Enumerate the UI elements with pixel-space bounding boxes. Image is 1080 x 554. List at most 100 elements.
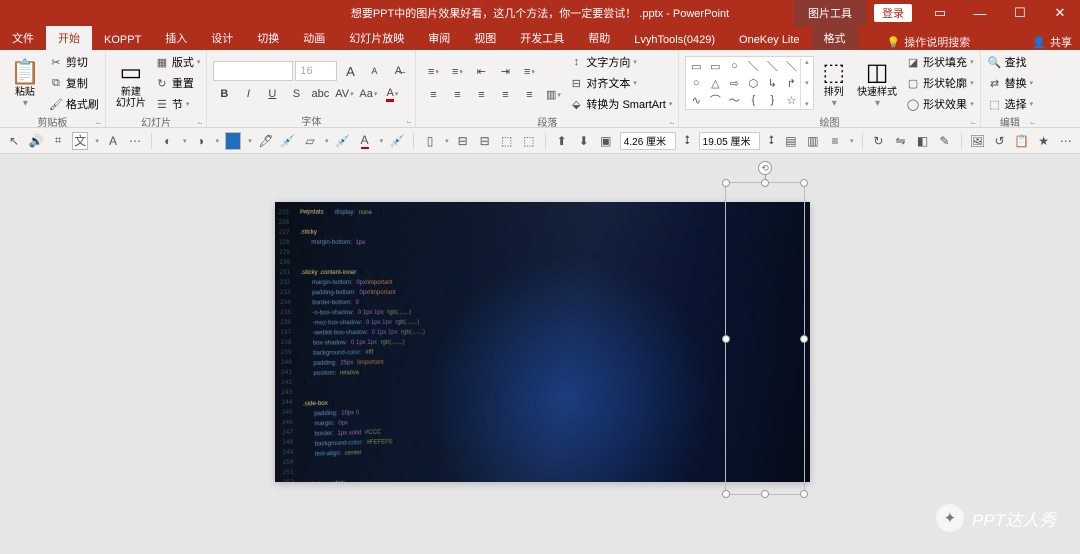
qat-picture-icon[interactable]: 🖼 [970, 132, 986, 150]
qat-ungroup-icon[interactable]: ⬚ [521, 132, 537, 150]
tab-insert[interactable]: 插入 [153, 26, 199, 50]
qat-flip-icon[interactable]: ⇋ [892, 132, 908, 150]
resize-handle[interactable] [722, 179, 730, 187]
bold-button[interactable]: B [213, 84, 235, 104]
ribbon-collapse-icon[interactable]: ▭ [920, 0, 960, 26]
tab-transitions[interactable]: 切换 [245, 26, 291, 50]
bullets-button[interactable]: ≡▾ [422, 62, 444, 82]
qat-unknown-icon[interactable]: ⋯ [127, 132, 143, 150]
font-size-combo[interactable]: 16 [295, 61, 337, 81]
qat-distribute-h-icon[interactable]: ⊟ [455, 132, 471, 150]
qat-eyedrop-font-icon[interactable]: 💉 [389, 132, 405, 150]
tab-lvyhtools[interactable]: LvyhTools(0429) [622, 30, 727, 50]
tab-onekeylite[interactable]: OneKey Lite [727, 30, 812, 50]
format-painter-button[interactable]: 🖌格式刷 [48, 94, 99, 114]
resize-handle[interactable] [722, 335, 730, 343]
selected-placeholder[interactable]: ⟲ [725, 182, 805, 495]
tab-slideshow[interactable]: 幻灯片放映 [337, 26, 416, 50]
resize-handle[interactable] [722, 490, 730, 498]
qat-edit-shape-icon[interactable]: ✎ [937, 132, 953, 150]
tab-design[interactable]: 设计 [199, 26, 245, 50]
qat-eyedropper-icon[interactable]: 💉 [280, 132, 296, 150]
arrange-button[interactable]: ⬚排列▾ [818, 55, 849, 111]
tab-devtools[interactable]: 开发工具 [508, 26, 576, 50]
align-text-button[interactable]: ⊟对齐文本▾ [568, 73, 672, 93]
qat-more-icon[interactable]: ⋯ [1058, 132, 1074, 150]
new-slide-button[interactable]: ▭ 新建 幻灯片 [112, 55, 150, 111]
strike-button[interactable]: S [285, 84, 307, 104]
tab-animations[interactable]: 动画 [291, 26, 337, 50]
qat-cursor-icon[interactable]: ↖ [6, 132, 22, 150]
qat-eyedrop-fill-icon[interactable]: 🖊 [258, 132, 274, 150]
maximize-icon[interactable]: ☐ [1000, 0, 1040, 26]
qat-bring-forward-icon[interactable]: ⬆ [554, 132, 570, 150]
qat-snap-icon[interactable]: ⌗ [50, 132, 66, 150]
qat-merge-icon[interactable]: ◑ [192, 132, 208, 150]
qat-align-objects-icon[interactable]: ≡ [827, 132, 843, 150]
distribute-button[interactable]: ≡ [518, 85, 540, 105]
grow-font-button[interactable]: A [339, 61, 361, 81]
shapes-gallery[interactable]: ▭▭○＼＼＼ ○△⇨⬡↳↱ ∿⌒〜{}☆ ▴▾▾ [685, 56, 814, 110]
font-color-button[interactable]: A▾ [381, 84, 403, 104]
login-button[interactable]: 登录 [874, 4, 912, 22]
align-right-button[interactable]: ≡ [470, 85, 492, 105]
tab-koppt[interactable]: KOPPT [92, 30, 153, 50]
qat-more1-icon[interactable]: ▥ [805, 132, 821, 150]
height-input[interactable]: 4.26 厘米 [620, 132, 676, 150]
tab-view[interactable]: 视图 [462, 26, 508, 50]
qat-textbox-icon[interactable]: 文 [72, 132, 88, 150]
underline-button[interactable]: U [261, 84, 283, 104]
section-button[interactable]: ☰节▾ [154, 94, 201, 114]
qat-send-backward-icon[interactable]: ⬇ [576, 132, 592, 150]
tab-help[interactable]: 帮助 [576, 26, 622, 50]
align-left-button[interactable]: ≡ [422, 85, 444, 105]
resize-handle[interactable] [800, 335, 808, 343]
columns-button[interactable]: ▥▾ [542, 85, 564, 105]
paste-button[interactable]: 📋 粘贴 ▾ [6, 55, 44, 111]
tab-file[interactable]: 文件 [0, 26, 46, 50]
find-button[interactable]: 🔍查找 [987, 52, 1034, 72]
select-button[interactable]: ⬚选择▾ [987, 94, 1034, 114]
qat-animation-icon[interactable]: ★ [1036, 132, 1052, 150]
qat-font-color-icon[interactable]: A [357, 132, 373, 150]
qat-paste-special-icon[interactable]: 📋 [1014, 132, 1030, 150]
justify-button[interactable]: ≡ [494, 85, 516, 105]
qat-align-icon[interactable]: ▯ [422, 132, 438, 150]
shrink-font-button[interactable]: A [363, 61, 385, 81]
layout-button[interactable]: ▦版式▾ [154, 52, 201, 72]
font-name-combo[interactable] [213, 61, 293, 81]
italic-button[interactable]: I [237, 84, 259, 104]
qat-eyedrop-outline-icon[interactable]: 💉 [334, 132, 350, 150]
replace-button[interactable]: ⇄替换▾ [987, 73, 1034, 93]
indent-dec-button[interactable]: ⇤ [470, 62, 492, 82]
clear-format-button[interactable]: A̶ [387, 61, 409, 81]
slide-canvas[interactable]: 2252262272282292302312322332342352362372… [0, 154, 1080, 554]
tab-home[interactable]: 开始 [46, 26, 92, 50]
change-case-button[interactable]: Aa▾ [357, 84, 379, 104]
resize-handle[interactable] [800, 179, 808, 187]
share-button[interactable]: 👤 共享 [1032, 34, 1072, 50]
qat-color-swatch[interactable] [225, 132, 241, 150]
reset-button[interactable]: ↻重置 [154, 73, 201, 93]
cut-button[interactable]: ✂剪切 [48, 52, 99, 72]
tab-format-contextual[interactable]: 格式 [812, 26, 858, 50]
qat-shapes-icon[interactable]: ◐ [160, 132, 176, 150]
qat-outline-noline-icon[interactable]: ▱ [302, 132, 318, 150]
shape-effects-button[interactable]: ◯形状效果▾ [905, 94, 974, 114]
resize-handle[interactable] [761, 179, 769, 187]
copy-button[interactable]: ⧉复制 [48, 73, 99, 93]
tell-me-search[interactable]: 💡 操作说明搜索 [886, 34, 970, 50]
quick-styles-button[interactable]: ◫快速样式▾ [853, 55, 901, 111]
qat-distribute-v-icon[interactable]: ⊟ [477, 132, 493, 150]
qat-rotate-icon[interactable]: ↻ [870, 132, 886, 150]
qat-crop-icon[interactable]: ▣ [598, 132, 614, 150]
qat-reset-picture-icon[interactable]: ↺ [992, 132, 1008, 150]
resize-handle[interactable] [761, 490, 769, 498]
text-direction-button[interactable]: ↕文字方向▾ [568, 52, 672, 72]
qat-group-icon[interactable]: ⬚ [499, 132, 515, 150]
qat-selection-pane-icon[interactable]: ▤ [783, 132, 799, 150]
width-input[interactable]: 19.05 厘米 [699, 132, 761, 150]
qat-more2-icon[interactable]: ◧ [915, 132, 931, 150]
smartart-button[interactable]: ⬙转换为 SmartArt▾ [568, 94, 672, 114]
numbering-button[interactable]: ≡▾ [446, 62, 468, 82]
